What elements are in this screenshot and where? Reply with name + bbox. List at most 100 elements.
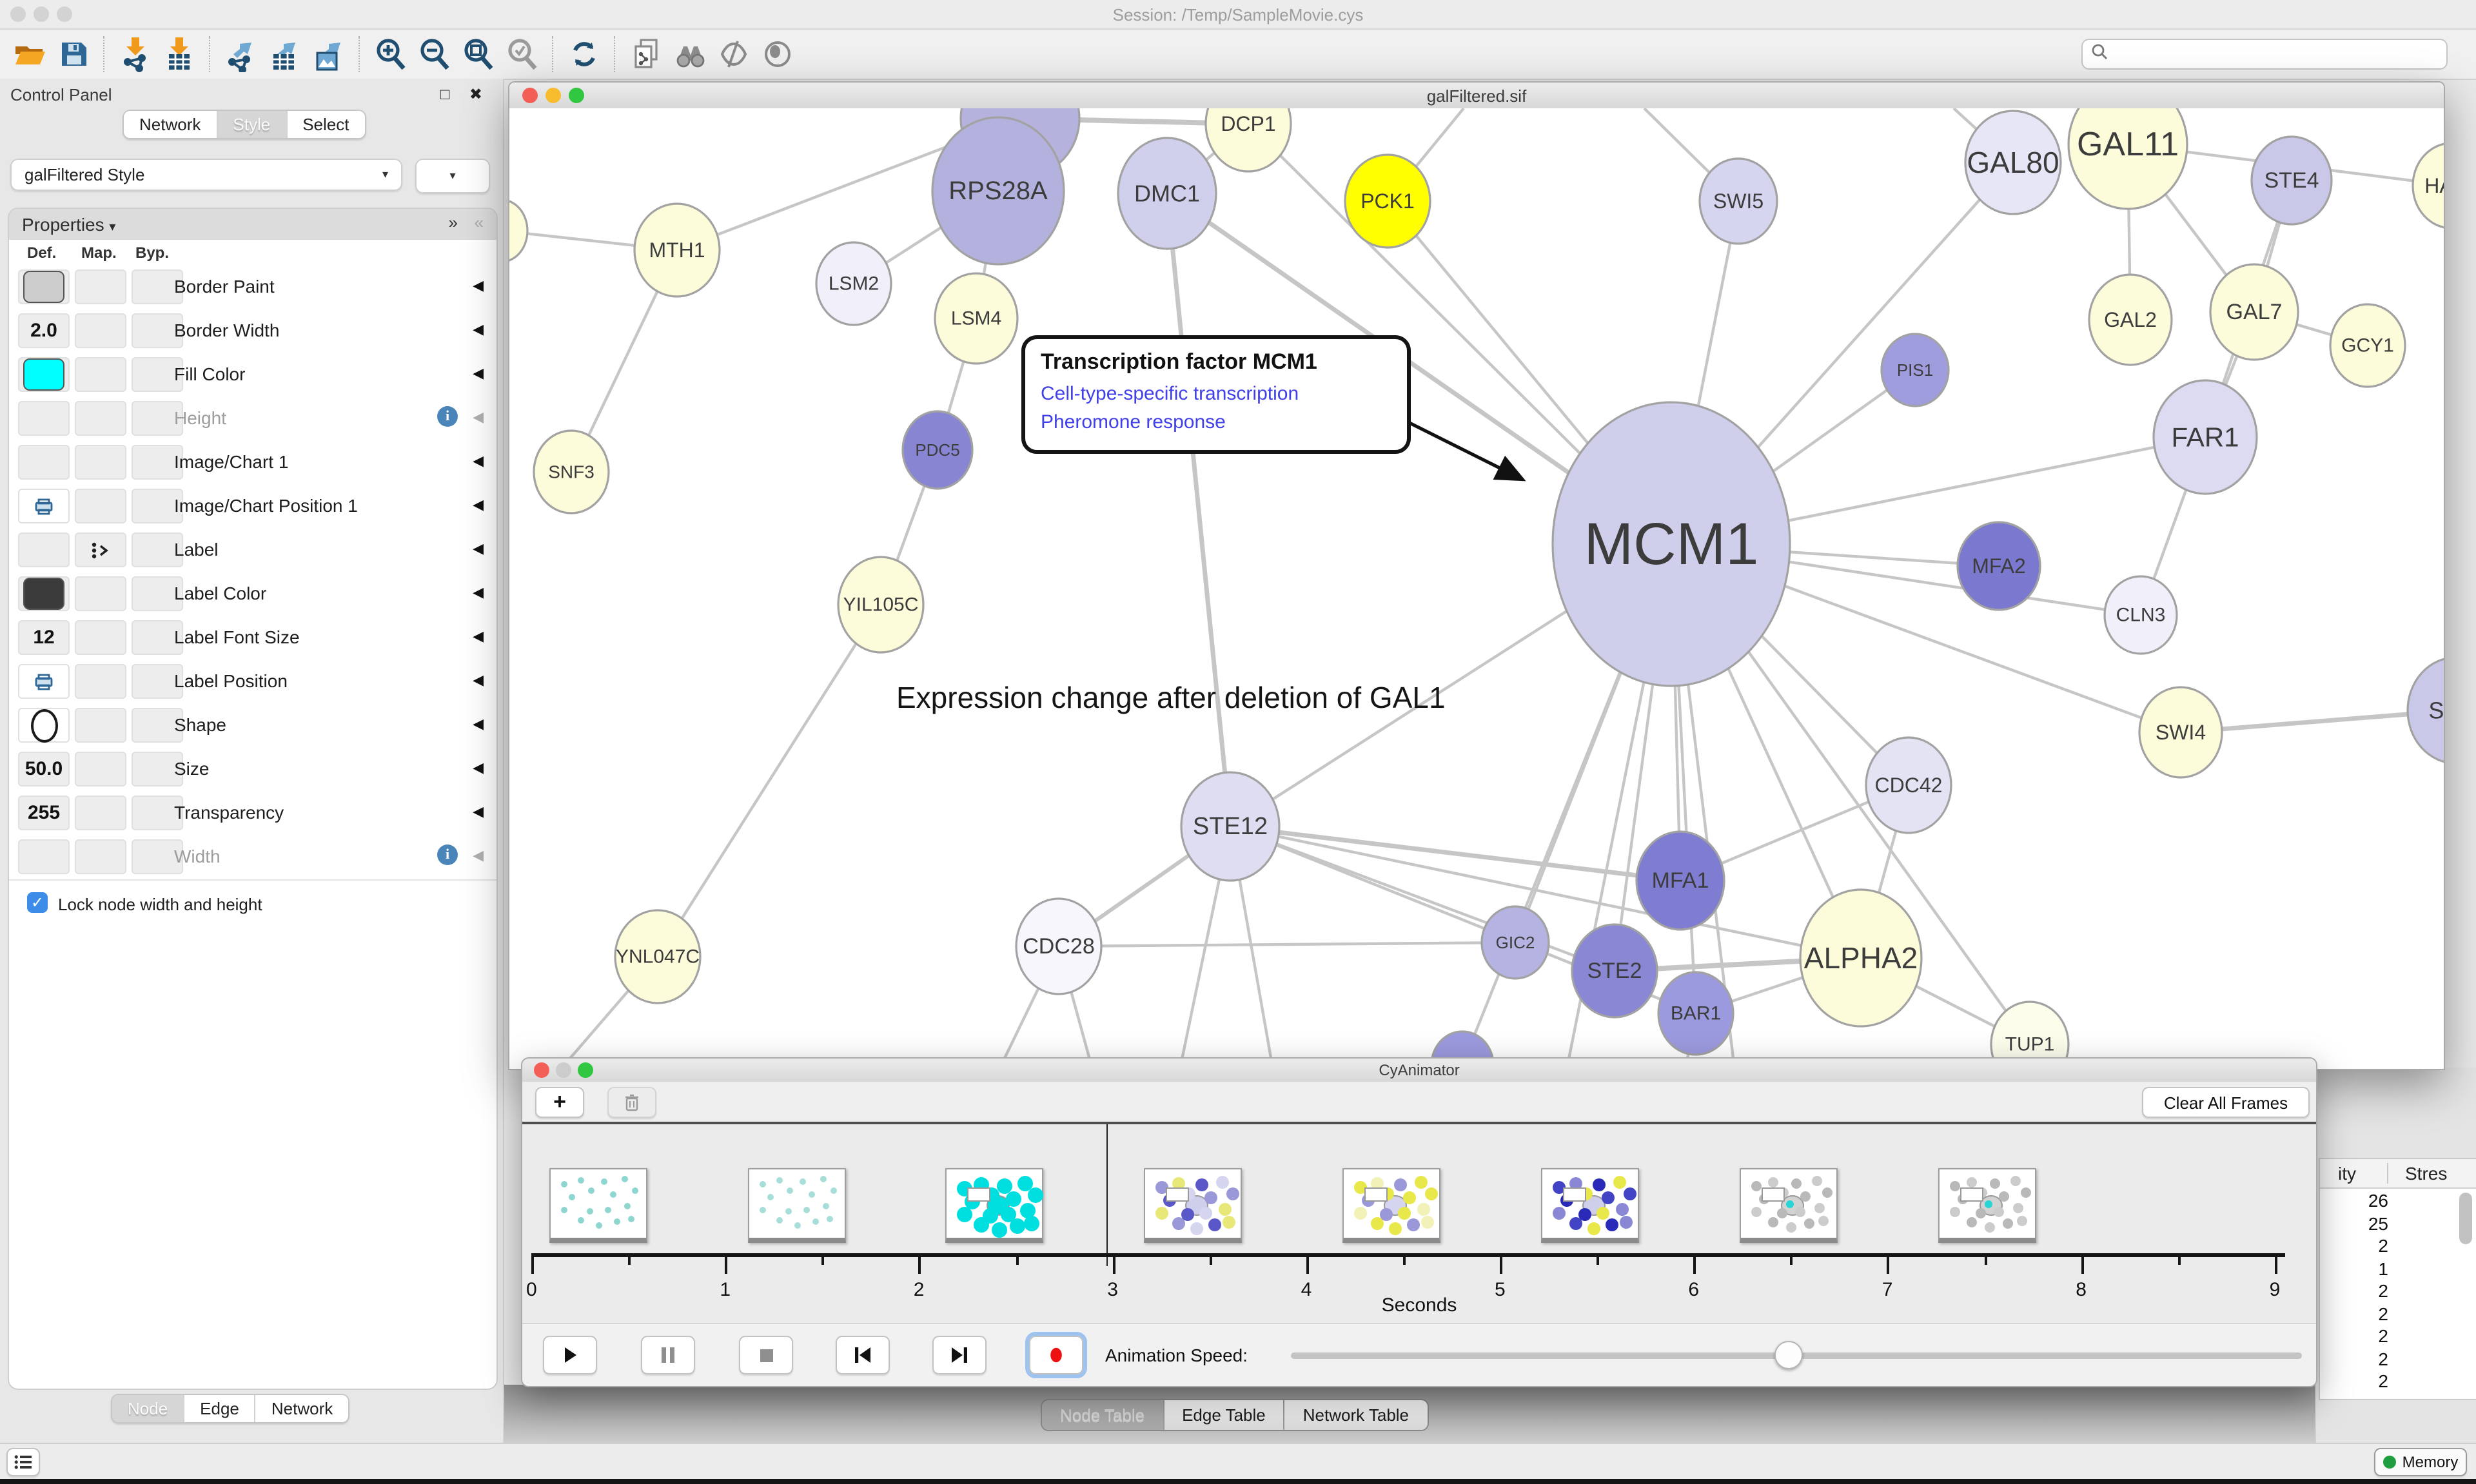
expand-property-icon[interactable]: ◀ <box>473 584 484 601</box>
mapping-cell[interactable] <box>75 576 126 611</box>
skip-start-button[interactable] <box>836 1336 890 1374</box>
network-node-swi4[interactable]: SWI4 <box>2139 687 2222 777</box>
zoom-fit-icon[interactable] <box>459 35 498 73</box>
timeline-frame-2[interactable] <box>748 1168 846 1243</box>
mapping-cell[interactable] <box>75 664 126 699</box>
play-button[interactable] <box>543 1336 597 1374</box>
lock-checkbox[interactable]: ✓ <box>27 892 48 913</box>
network-node-cln3[interactable]: CLN3 <box>2105 576 2177 654</box>
network-edge[interactable] <box>1167 193 1230 826</box>
mapping-cell[interactable] <box>75 401 126 436</box>
table-cell-value[interactable]: 25 <box>2337 1213 2388 1233</box>
delete-frame-button[interactable] <box>607 1087 656 1118</box>
property-row-label-position[interactable]: Label Position◀ <box>9 660 496 705</box>
timeline-frame-5[interactable] <box>1342 1168 1440 1243</box>
expand-property-icon[interactable]: ◀ <box>473 321 484 338</box>
tab-style[interactable]: Style <box>217 111 287 138</box>
network-node-ste12[interactable]: STE12 <box>1181 772 1279 881</box>
default-value[interactable]: 255 <box>28 802 60 824</box>
eye-icon[interactable] <box>758 35 797 73</box>
property-row-width[interactable]: Widthi◀ <box>9 835 496 881</box>
mapping-cell[interactable] <box>75 620 126 655</box>
network-node-gic2[interactable]: GIC2 <box>1482 906 1549 979</box>
property-row-label-font-size[interactable]: 12Label Font Size◀ <box>9 616 496 661</box>
record-button[interactable] <box>1029 1336 1083 1374</box>
default-cell[interactable] <box>18 839 70 874</box>
expand-property-icon[interactable]: ◀ <box>473 409 484 425</box>
mapping-cell[interactable] <box>75 445 126 480</box>
color-swatch[interactable] <box>23 271 64 303</box>
network-node-pdc5[interactable]: PDC5 <box>903 411 972 489</box>
network-node-rps28a[interactable]: RPS28A <box>932 117 1064 264</box>
table-cell-value[interactable]: 26 <box>2337 1190 2388 1211</box>
network-node-pis1[interactable]: PIS1 <box>1882 334 1949 406</box>
expand-property-icon[interactable]: ◀ <box>473 803 484 820</box>
network-node-alpha2[interactable]: ALPHA2 <box>1800 890 1921 1026</box>
property-row-transparency[interactable]: 255Transparency◀ <box>9 792 496 837</box>
zoom-out-icon[interactable] <box>415 35 454 73</box>
network-node-cdc42[interactable]: CDC42 <box>1866 737 1951 833</box>
task-history-button[interactable] <box>6 1448 40 1476</box>
info-icon[interactable]: i <box>437 406 458 427</box>
mapping-cell[interactable] <box>75 313 126 348</box>
binoculars-icon[interactable] <box>671 35 709 73</box>
tab-network[interactable]: Network <box>124 111 217 138</box>
property-row-image-chart-position-1[interactable]: Image/Chart Position 1◀ <box>9 485 496 530</box>
memory-button[interactable]: Memory <box>2374 1448 2467 1476</box>
default-cell[interactable] <box>18 664 70 699</box>
network-node-mth1[interactable]: MTH1 <box>634 204 720 297</box>
default-cell[interactable] <box>18 708 70 743</box>
eye-slash-icon[interactable] <box>714 35 753 73</box>
network-edge[interactable] <box>658 605 881 957</box>
tab-network[interactable]: Network <box>256 1395 348 1422</box>
tab-network-table[interactable]: Network Table <box>1285 1400 1427 1430</box>
speed-slider-knob[interactable] <box>1774 1341 1803 1369</box>
zoom-selected-icon[interactable] <box>503 35 542 73</box>
default-cell[interactable] <box>18 489 70 523</box>
default-cell[interactable] <box>18 576 70 611</box>
pause-button[interactable] <box>641 1336 695 1374</box>
skip-end-button[interactable] <box>932 1336 987 1374</box>
property-row-size[interactable]: 50.0Size◀ <box>9 748 496 793</box>
network-node-ynl047c[interactable]: YNL047C <box>615 910 700 1003</box>
open-folder-icon[interactable] <box>10 35 49 73</box>
network-node-mfa1[interactable]: MFA1 <box>1636 832 1724 930</box>
table-cell-value[interactable]: 1 <box>2337 1258 2388 1278</box>
default-cell[interactable] <box>18 357 70 392</box>
network-node-ste4[interactable]: STE4 <box>2252 137 2332 224</box>
mapping-cell[interactable] <box>75 839 126 874</box>
expand-property-icon[interactable]: ◀ <box>473 365 484 382</box>
timeline-frame-1[interactable] <box>549 1168 647 1243</box>
network-node-ste2[interactable]: STE2 <box>1572 924 1657 1017</box>
property-row-label-color[interactable]: Label Color◀ <box>9 572 496 618</box>
network-node-lsm4[interactable]: LSM4 <box>935 273 1017 364</box>
search-input[interactable] <box>2108 44 2423 64</box>
default-cell[interactable]: 50.0 <box>18 752 70 786</box>
expand-property-icon[interactable]: ◀ <box>473 540 484 557</box>
mapping-cell[interactable] <box>75 796 126 830</box>
network-node-gal7[interactable]: GAL7 <box>2210 264 2298 360</box>
network-node-pck1[interactable]: PCK1 <box>1345 155 1430 248</box>
properties-header[interactable]: Properties ▾ » « <box>9 209 496 241</box>
table-cell-value[interactable]: 2 <box>2337 1348 2388 1369</box>
tab-node-table[interactable]: Node Table <box>1042 1400 1164 1430</box>
expand-property-icon[interactable]: ◀ <box>473 759 484 776</box>
style-selector[interactable]: galFiltered Style ▾ <box>10 159 402 191</box>
export-network-icon[interactable] <box>222 35 260 73</box>
mapping-cell[interactable] <box>75 532 126 567</box>
network-node-gal80[interactable]: GAL80 <box>1965 111 2061 214</box>
timeline-frame-8[interactable] <box>1938 1168 2036 1243</box>
default-cell[interactable]: 12 <box>18 620 70 655</box>
default-cell[interactable] <box>18 532 70 567</box>
expand-property-icon[interactable]: ◀ <box>473 496 484 513</box>
color-swatch[interactable] <box>23 578 64 610</box>
zoom-in-icon[interactable] <box>371 35 410 73</box>
column-centrality[interactable]: ity <box>2338 1163 2356 1184</box>
annotation-box[interactable]: Transcription factor MCM1 Cell-type-spec… <box>1021 335 1411 453</box>
network-node-dcp1[interactable]: DCP1 <box>1206 108 1291 171</box>
timeline-playhead[interactable] <box>1106 1124 1108 1266</box>
default-cell[interactable]: 2.0 <box>18 313 70 348</box>
expand-property-icon[interactable]: ◀ <box>473 672 484 688</box>
save-icon[interactable] <box>54 35 93 73</box>
default-cell[interactable]: 255 <box>18 796 70 830</box>
